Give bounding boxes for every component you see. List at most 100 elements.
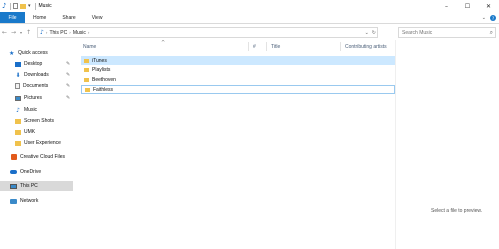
- creative-cloud-icon: [11, 154, 17, 160]
- breadcrumb-separator-icon[interactable]: ›: [69, 30, 71, 35]
- folder-icon: [84, 67, 89, 72]
- file-list: ^ Name # Title Contributing artists iTun…: [78, 40, 395, 249]
- breadcrumb-separator-icon[interactable]: ›: [88, 30, 90, 35]
- file-row-itunes[interactable]: iTunes: [81, 56, 395, 65]
- file-name: iTunes: [92, 57, 107, 64]
- sidebar-item-this-pc[interactable]: This PC: [0, 181, 73, 191]
- sidebar-item-network[interactable]: Network: [0, 196, 78, 206]
- sidebar-item-umk[interactable]: UMK: [0, 127, 78, 137]
- onedrive-icon: [10, 170, 17, 174]
- network-icon: [10, 198, 17, 204]
- sidebar-item-creative-cloud-files[interactable]: Creative Cloud Files: [0, 152, 78, 162]
- sidebar-item-screen-shots[interactable]: Screen Shots: [0, 116, 78, 126]
- navigation-pane: ★ Quick access Desktop ✎ ⬇ Downloads ✎ D…: [0, 44, 78, 249]
- column-divider[interactable]: [266, 42, 267, 51]
- pin-icon[interactable]: ✎: [66, 95, 70, 101]
- pin-icon[interactable]: ✎: [66, 72, 70, 78]
- minimize-button[interactable]: –: [436, 0, 457, 12]
- sidebar-item-pictures[interactable]: Pictures ✎: [0, 93, 78, 103]
- column-header-name[interactable]: Name: [83, 44, 96, 50]
- pin-icon[interactable]: ✎: [66, 61, 70, 67]
- sidebar-item-onedrive[interactable]: OneDrive: [0, 167, 78, 177]
- sidebar-item-label: OneDrive: [20, 169, 42, 175]
- ribbon-right-controls: ⌄ ?: [482, 12, 496, 24]
- sidebar-item-label: Network: [20, 198, 39, 204]
- sidebar-item-label: User Experience: [24, 140, 61, 146]
- refresh-icon[interactable]: ↻: [372, 30, 376, 36]
- desktop-icon: [15, 61, 21, 67]
- folder-icon: [85, 87, 90, 92]
- music-app-icon: ♪: [2, 2, 7, 10]
- sidebar-item-label: Screen Shots: [24, 118, 55, 124]
- star-icon: ★: [9, 49, 15, 57]
- music-location-icon: ♪: [40, 29, 44, 36]
- file-name: Playlists: [92, 66, 111, 73]
- up-arrow-icon[interactable]: ↑: [24, 27, 33, 39]
- folder-icon: [84, 77, 89, 82]
- file-row-beethoven[interactable]: Beethoven: [81, 75, 395, 84]
- column-header-contributing-artists[interactable]: Contributing artists: [345, 44, 387, 50]
- maximize-button[interactable]: ☐: [457, 0, 478, 12]
- address-bar[interactable]: ♪ › This PC › Music › ⌄ ↻: [37, 27, 378, 38]
- sidebar-item-label: UMK: [24, 129, 36, 135]
- folder-icon: [15, 118, 21, 124]
- folder-icon: [15, 129, 21, 135]
- sidebar-item-music[interactable]: ♪ Music: [0, 105, 78, 115]
- pin-icon[interactable]: ✎: [66, 83, 70, 89]
- folder-icon: [84, 58, 89, 63]
- tab-view[interactable]: View: [84, 12, 111, 23]
- sidebar-item-downloads[interactable]: ⬇ Downloads ✎: [0, 70, 78, 80]
- column-header-title[interactable]: Title: [271, 44, 280, 50]
- breadcrumb-separator-icon[interactable]: ›: [46, 30, 48, 35]
- sidebar-item-label: Desktop: [24, 61, 43, 67]
- address-dropdown-icon[interactable]: ⌄: [365, 30, 369, 36]
- file-name: Faithless: [93, 86, 114, 93]
- column-headers: ^ Name # Title Contributing artists: [78, 40, 395, 53]
- window-title: Music: [38, 3, 52, 9]
- toolbar-divider: [34, 2, 36, 10]
- file-row-playlists[interactable]: Playlists: [81, 65, 395, 74]
- sidebar-item-label: Creative Cloud Files: [20, 154, 66, 160]
- navigation-bar: ← → ▾ ↑ ♪ › This PC › Music › ⌄ ↻ ⌕: [0, 25, 499, 40]
- close-button[interactable]: ✕: [478, 0, 499, 12]
- sidebar-item-quick-access[interactable]: ★ Quick access: [0, 48, 78, 58]
- expand-ribbon-icon[interactable]: ⌄: [482, 15, 486, 21]
- documents-icon: [15, 83, 20, 89]
- new-folder-icon[interactable]: [20, 3, 26, 9]
- customize-toolbar-icon[interactable]: ▾: [28, 3, 31, 9]
- sidebar-item-label: Pictures: [24, 95, 43, 101]
- tab-home[interactable]: Home: [25, 12, 54, 23]
- sidebar-item-label: Quick access: [18, 50, 48, 56]
- tab-file[interactable]: File: [0, 12, 25, 23]
- ribbon-tabs: File Home Share View ⌄ ?: [0, 12, 499, 24]
- address-bar-actions: ⌄ ↻: [365, 28, 376, 37]
- file-row-faithless[interactable]: Faithless: [81, 85, 395, 94]
- sidebar-item-desktop[interactable]: Desktop ✎: [0, 59, 78, 69]
- column-header-number[interactable]: #: [253, 44, 256, 50]
- sort-ascending-icon: ^: [161, 40, 166, 46]
- toolbar-divider: [10, 2, 11, 10]
- search-icon[interactable]: ⌕: [490, 29, 493, 37]
- properties-icon[interactable]: [13, 3, 18, 9]
- sidebar-item-label: Documents: [23, 83, 49, 89]
- tab-share[interactable]: Share: [54, 12, 83, 23]
- search-box[interactable]: ⌕: [398, 27, 496, 38]
- title-bar: ♪ ▾ Music – ☐ ✕: [0, 0, 499, 12]
- column-divider[interactable]: [248, 42, 249, 51]
- back-arrow-icon[interactable]: ←: [0, 27, 9, 39]
- forward-arrow-icon[interactable]: →: [9, 27, 18, 39]
- preview-pane: Select a file to preview.: [395, 40, 499, 249]
- quick-access-toolbar: ♪ ▾: [0, 0, 38, 12]
- preview-message: Select a file to preview.: [431, 208, 483, 214]
- file-name: Beethoven: [92, 76, 116, 83]
- help-icon[interactable]: ?: [490, 15, 496, 21]
- sidebar-item-documents[interactable]: Documents ✎: [0, 81, 78, 91]
- breadcrumb-music[interactable]: Music: [73, 30, 86, 36]
- column-divider[interactable]: [340, 42, 341, 51]
- search-input[interactable]: [402, 29, 486, 36]
- sidebar-item-user-experience[interactable]: User Experience: [0, 138, 78, 148]
- breadcrumb-this-pc[interactable]: This PC: [49, 30, 67, 36]
- this-pc-icon: [10, 183, 17, 189]
- sidebar-item-label: Downloads: [24, 72, 49, 78]
- download-icon: ⬇: [15, 71, 21, 79]
